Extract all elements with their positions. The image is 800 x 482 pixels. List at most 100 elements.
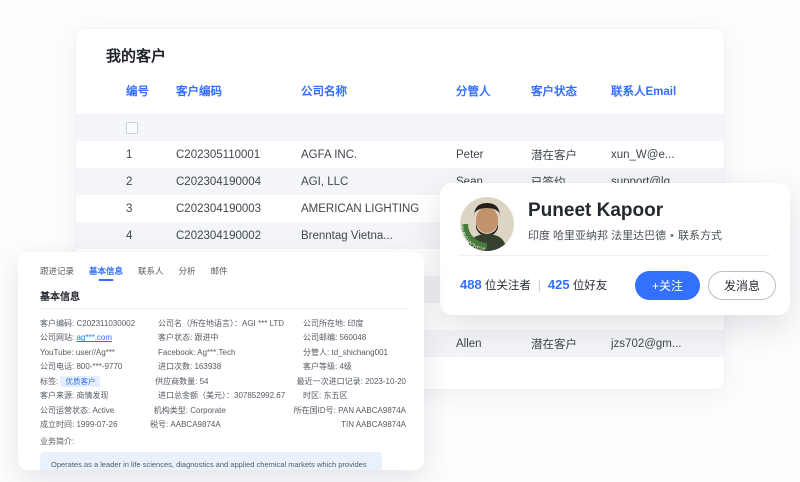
cell-status: 潜在客户 (531, 149, 577, 162)
tab-analysis[interactable]: 分析 (179, 265, 196, 281)
customer-detail-panel: 跟进记录 基本信息 联系人 分析 邮件 基本信息 客户编码: C20231103… (18, 252, 424, 470)
field-label: 客户等级: (303, 362, 338, 372)
follower-stats: 488 位关注者 | 425 位好友 (460, 277, 607, 293)
field-row: 客户来源: 商情发现 进口总金额（美元）：307852992.67 时区: 东五… (40, 389, 406, 404)
cell-code: C202304190004 (176, 175, 262, 188)
field-value: 1999-07-26 (76, 420, 118, 430)
friends-label: 位好友 (572, 280, 608, 292)
field-label: 供应商数量: (155, 376, 198, 386)
profile-footer: 488 位关注者 | 425 位好友 +关注 发消息 (460, 255, 776, 315)
field-value: td_shichang001 (331, 347, 388, 357)
followers-label: 位关注者 (484, 280, 531, 292)
field-label: 进口总金额（美元）： (158, 391, 234, 401)
cell-company: AGFA INC. (301, 148, 358, 161)
field-value: 54 (199, 376, 209, 386)
cell-code: C202304190003 (176, 202, 262, 215)
select-all-checkbox[interactable] (126, 121, 138, 134)
cell-no: 2 (126, 175, 133, 188)
dot-separator: • (670, 230, 674, 242)
col-header-manager: 分管人 (456, 86, 491, 98)
field-value: 印度 (347, 318, 364, 328)
field-value: 跟进中 (194, 333, 219, 343)
field-value: 2023-10-20 (365, 376, 406, 386)
field-value: C202311030002 (76, 318, 136, 328)
cell-email: jzs702@gm... (611, 337, 682, 350)
cell-no: 3 (126, 202, 133, 215)
contact-name: Puneet Kapoor (528, 200, 664, 221)
basic-info-fields: 客户编码: C202311030002 公司名（所在地语言）：AGI *** L… (40, 316, 406, 432)
field-label: 客户来源: (40, 391, 75, 401)
cell-email: xun_W@e... (611, 148, 675, 161)
field-row: 客户编码: C202311030002 公司名（所在地语言）：AGI *** L… (40, 316, 406, 331)
field-label: 公司邮编: (303, 333, 338, 343)
field-value: 560048 (339, 333, 367, 343)
field-label: 时区: (303, 391, 322, 401)
col-header-email: 联系人Email (611, 86, 677, 98)
cell-company: AGI, LLC (301, 175, 349, 188)
field-row: 标签: 优质客户 供应商数量: 54 最近一次进口记录: 2023-10-20 (40, 374, 406, 389)
field-value: 307852992.67 (234, 391, 286, 401)
cell-code: C202305110001 (176, 148, 261, 161)
field-value: Corporate (190, 405, 226, 415)
detail-tabs: 跟进记录 基本信息 联系人 分析 邮件 (40, 265, 406, 281)
field-value: AGI *** LTD (242, 318, 285, 328)
field-label: 最近一次进口记录: (296, 376, 363, 386)
friends-count: 425 (547, 277, 570, 292)
tab-follow-records[interactable]: 跟进记录 (40, 265, 74, 281)
page-title: 我的客户 (106, 48, 167, 65)
field-value: 商情发现 (76, 391, 109, 401)
field-label: 所在国ID号: (293, 405, 336, 415)
field-value: 800-***-9770 (76, 362, 123, 372)
field-row: 公司网站: ag***.com 客户状态: 跟进中 公司邮编: 560048 (40, 331, 406, 346)
company-website-link[interactable]: ag***.com (76, 333, 112, 342)
field-label: YouTube: (40, 347, 74, 357)
field-label: 分管人: (303, 347, 330, 357)
send-message-button[interactable]: 发消息 (707, 270, 776, 300)
cell-status: 潜在客户 (531, 338, 577, 351)
field-value: PAN AABCA9874A (338, 405, 406, 415)
field-label: 公司名（所在地语言）： (158, 318, 242, 328)
table-header-row: 编号 客户编码 公司名称 分管人 客户状态 联系人Email (76, 80, 724, 102)
field-value: user//Ag*** (75, 347, 116, 357)
follow-button[interactable]: +关注 (634, 270, 700, 300)
avatar: #OPENTOWORK (458, 193, 514, 251)
cell-company: AMERICAN LIGHTING (301, 202, 420, 215)
quality-customer-tag: 优质客户 (60, 375, 101, 387)
field-value: Ag***.Tech (197, 347, 236, 357)
cell-no: 1 (126, 148, 133, 161)
cell-manager: Allen (456, 337, 482, 350)
field-label: 进口次数: (158, 362, 193, 372)
field-label: 机构类型: (153, 405, 189, 415)
field-value: TIN AABCA9874A (341, 420, 406, 430)
business-intro-text: Operates as a leader in life sciences, d… (40, 452, 382, 470)
followers-count: 488 (460, 277, 482, 292)
field-row: 公司运营状态: Active 机构类型: Corporate 所在国ID号: P… (40, 403, 406, 418)
stats-separator: | (537, 280, 541, 292)
contact-location: 印度 哈里亚纳邦 法里达巴德 (528, 230, 667, 242)
field-label: Facebook: (158, 347, 196, 357)
tab-mail[interactable]: 邮件 (211, 265, 228, 281)
contact-location-line: 印度 哈里亚纳邦 法里达巴德 • 联系方式 (528, 227, 722, 243)
business-intro-label: 业务简介: (40, 437, 75, 446)
tab-basic-info[interactable]: 基本信息 (89, 265, 123, 281)
field-label: 标签: (40, 376, 59, 386)
field-value: 163938 (194, 362, 222, 372)
divider (40, 308, 406, 309)
field-label: 客户编码: (40, 318, 75, 328)
crm-screen: 我的客户 编号 客户编码 公司名称 分管人 客户状态 联系人Email 1 C2… (0, 0, 800, 482)
field-label: 公司电话: (40, 362, 75, 372)
field-row: YouTube: user//Ag*** Facebook: Ag***.Tec… (40, 345, 406, 360)
select-all-row (76, 114, 724, 141)
col-header-company: 公司名称 (301, 86, 347, 98)
cell-manager: Peter (456, 148, 484, 161)
contact-methods-link[interactable]: 联系方式 (678, 230, 722, 242)
field-label: 公司网站: (40, 333, 75, 343)
field-value: AABCA9874A (170, 420, 221, 430)
tab-contacts[interactable]: 联系人 (138, 265, 164, 281)
col-header-code: 客户编码 (176, 86, 222, 98)
field-label: 税号: (149, 420, 169, 430)
table-row[interactable]: 1 C202305110001 AGFA INC. Peter 潜在客户 xun… (76, 141, 724, 168)
field-label: 公司运营状态: (40, 405, 91, 415)
section-title: 基本信息 (40, 292, 80, 303)
contact-profile-card: #OPENTOWORK Puneet Kapoor 印度 哈里亚纳邦 法里达巴德… (440, 183, 790, 315)
